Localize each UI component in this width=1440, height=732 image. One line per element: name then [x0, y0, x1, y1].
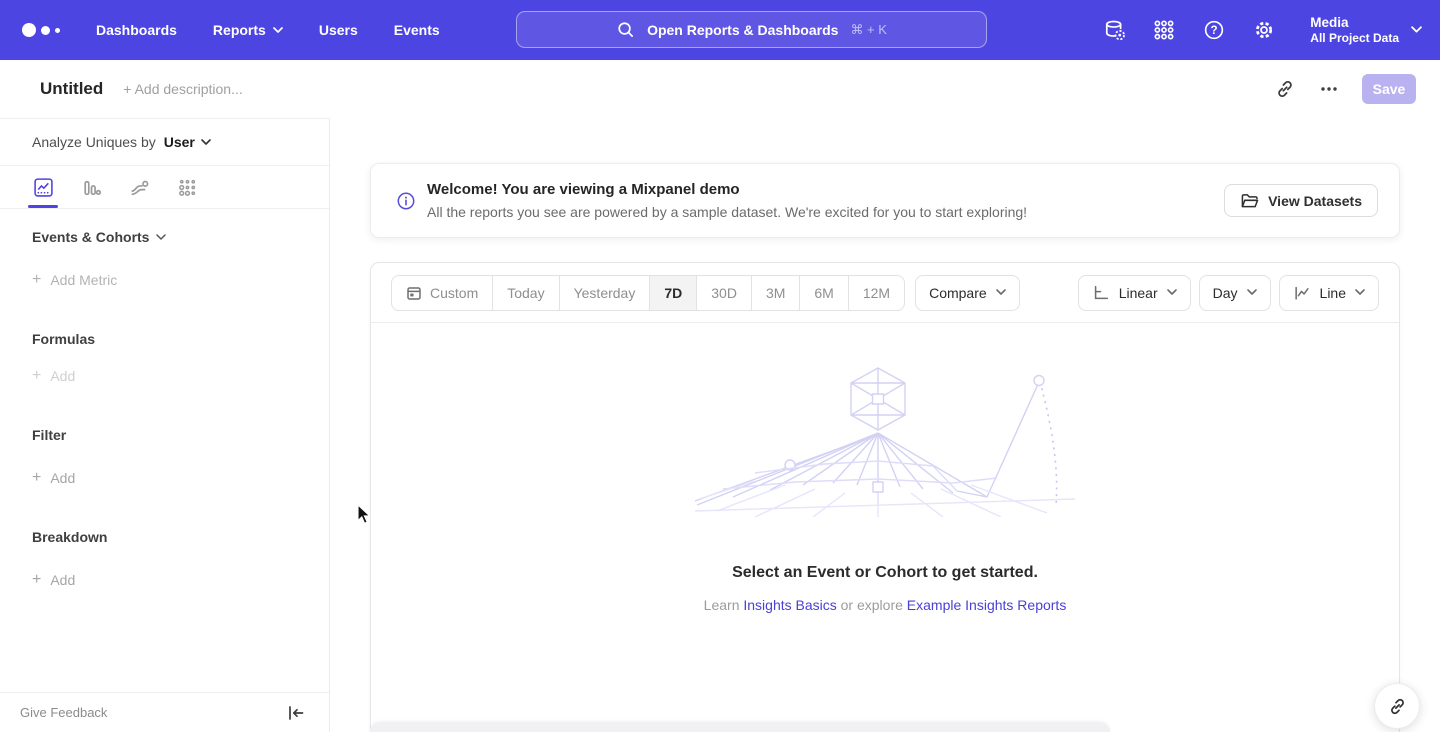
line-chart-icon	[1293, 284, 1311, 302]
range-yesterday[interactable]: Yesterday	[559, 276, 650, 310]
folder-icon	[1240, 192, 1259, 209]
scale-dropdown[interactable]: Linear	[1078, 275, 1191, 311]
visualization-tabs	[0, 166, 329, 209]
add-metric-button[interactable]: + Add Metric	[32, 270, 329, 290]
chevron-down-icon	[156, 234, 166, 241]
settings-gear-icon[interactable]	[1252, 18, 1276, 42]
banner-title: Welcome! You are viewing a Mixpanel demo	[427, 179, 1027, 200]
share-link-fab[interactable]	[1374, 683, 1420, 729]
logo-dot	[55, 28, 60, 33]
more-options-icon[interactable]	[1318, 78, 1340, 100]
chart-toolbar: Custom Today Yesterday 7D 30D 3M 6M 12M …	[371, 263, 1399, 323]
tab-bar-chart[interactable]	[80, 166, 102, 208]
range-30d[interactable]: 30D	[696, 276, 751, 310]
plus-icon: +	[32, 368, 41, 384]
svg-text:?: ?	[1211, 25, 1218, 37]
project-subtitle: All Project Data	[1310, 31, 1399, 46]
analyze-label: Analyze Uniques by	[32, 134, 156, 150]
example-insights-reports-link[interactable]: Example Insights Reports	[907, 597, 1067, 613]
add-description-field[interactable]: + Add description...	[123, 81, 242, 97]
search-placeholder: Open Reports & Dashboards	[647, 22, 838, 38]
main-content: Welcome! You are viewing a Mixpanel demo…	[330, 118, 1440, 732]
insights-chart-card: Custom Today Yesterday 7D 30D 3M 6M 12M …	[370, 262, 1400, 732]
add-formula-button[interactable]: + Add	[32, 366, 329, 386]
view-datasets-button[interactable]: View Datasets	[1224, 184, 1378, 217]
report-title[interactable]: Untitled	[40, 79, 103, 99]
info-icon	[397, 192, 415, 210]
collapse-sidebar-icon[interactable]	[287, 705, 305, 721]
banner-subtitle: All the reports you see are powered by a…	[427, 202, 1027, 223]
chevron-down-icon	[273, 27, 283, 34]
events-cohorts-section[interactable]: Events & Cohorts	[32, 227, 329, 247]
range-custom[interactable]: Custom	[392, 276, 492, 310]
date-range-segmented-control: Custom Today Yesterday 7D 30D 3M 6M 12M	[391, 275, 905, 311]
range-3m[interactable]: 3M	[751, 276, 799, 310]
formulas-section-label: Formulas	[32, 329, 329, 349]
project-switcher[interactable]: Media All Project Data	[1310, 14, 1422, 46]
next-section-card-edge	[370, 722, 1110, 732]
calendar-icon	[406, 285, 422, 301]
sidebar-footer: Give Feedback	[0, 692, 329, 732]
chevron-down-icon	[201, 139, 211, 146]
empty-state: Select an Event or Cohort to get started…	[371, 323, 1399, 613]
nav-events[interactable]: Events	[394, 22, 440, 38]
header-actions: Save	[1274, 74, 1416, 104]
apps-grid-icon[interactable]	[1152, 18, 1176, 42]
nav-right-group: ? Media All Project Data	[1102, 0, 1422, 60]
filter-section-label: Filter	[32, 425, 329, 445]
chevron-down-icon	[1247, 289, 1257, 296]
interval-dropdown[interactable]: Day	[1199, 275, 1271, 311]
plus-icon: +	[32, 470, 41, 486]
insights-basics-link[interactable]: Insights Basics	[743, 597, 836, 613]
logo-dot	[41, 26, 50, 35]
primary-nav: Dashboards Reports Users Events	[96, 22, 440, 38]
breakdown-section-label: Breakdown	[32, 527, 329, 547]
empty-state-illustration	[695, 365, 1075, 522]
mixpanel-logo[interactable]	[22, 23, 60, 37]
tab-insights-chart[interactable]	[32, 166, 54, 208]
nav-reports[interactable]: Reports	[213, 22, 283, 38]
chevron-down-icon	[1355, 289, 1365, 296]
nav-dashboards[interactable]: Dashboards	[96, 22, 177, 38]
query-builder-sidebar: Analyze Uniques by User	[0, 118, 330, 732]
logo-dot	[22, 23, 36, 37]
compare-dropdown[interactable]: Compare	[915, 275, 1020, 311]
give-feedback-link[interactable]: Give Feedback	[20, 705, 107, 720]
chevron-down-icon	[1411, 26, 1422, 34]
chart-type-dropdown[interactable]: Line	[1279, 275, 1379, 311]
range-today[interactable]: Today	[492, 276, 558, 310]
data-management-icon[interactable]	[1102, 18, 1126, 42]
chevron-down-icon	[1167, 289, 1177, 296]
help-icon[interactable]: ?	[1202, 18, 1226, 42]
analyze-uniques-selector[interactable]: Analyze Uniques by User	[0, 119, 329, 166]
plus-icon: +	[32, 572, 41, 588]
search-icon	[616, 20, 635, 39]
chart-display-controls: Linear Day	[1078, 275, 1379, 311]
range-6m[interactable]: 6M	[799, 276, 847, 310]
linear-axis-icon	[1092, 284, 1110, 302]
search-shortcut: ⌘ + K	[850, 22, 887, 38]
range-12m[interactable]: 12M	[848, 276, 904, 310]
copy-link-icon[interactable]	[1274, 78, 1296, 100]
report-header: Untitled + Add description... Save	[0, 60, 1440, 118]
analyze-value: User	[164, 134, 195, 150]
search-bar[interactable]: Open Reports & Dashboards ⌘ + K	[516, 11, 987, 48]
empty-state-subtitle: Learn Insights Basics or explore Example…	[704, 597, 1067, 613]
tab-retention-grid[interactable]	[176, 166, 198, 208]
range-7d[interactable]: 7D	[649, 276, 696, 310]
add-breakdown-button[interactable]: + Add	[32, 570, 329, 590]
tab-flows[interactable]	[128, 166, 150, 208]
empty-state-title: Select an Event or Cohort to get started…	[732, 564, 1038, 582]
link-icon	[1388, 697, 1407, 716]
project-name: Media	[1310, 14, 1399, 31]
welcome-banner: Welcome! You are viewing a Mixpanel demo…	[370, 163, 1400, 238]
chevron-down-icon	[996, 289, 1006, 296]
top-nav: Dashboards Reports Users Events Open Rep…	[0, 0, 1440, 60]
add-filter-button[interactable]: + Add	[32, 468, 329, 488]
save-button[interactable]: Save	[1362, 74, 1416, 104]
nav-users[interactable]: Users	[319, 22, 358, 38]
plus-icon: +	[32, 272, 41, 288]
